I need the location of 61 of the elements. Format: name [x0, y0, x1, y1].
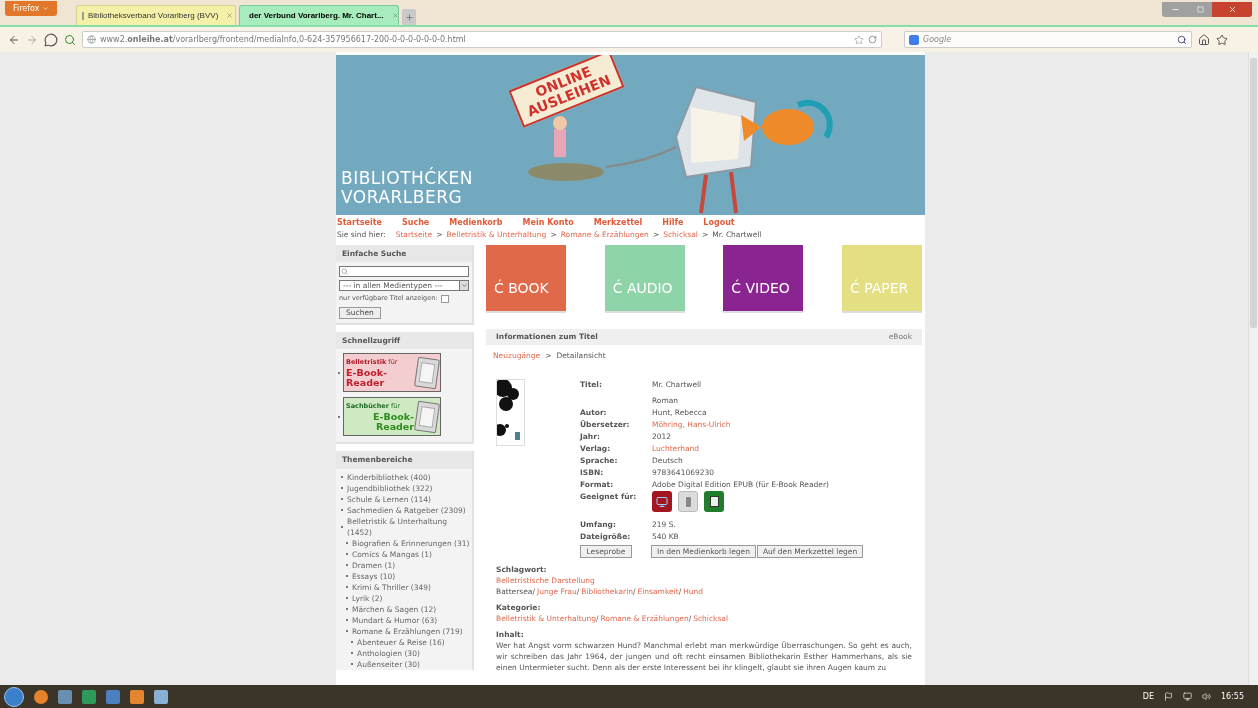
- media-type-tile[interactable]: Ć BOOK: [486, 245, 566, 311]
- addon-search-icon[interactable]: [64, 33, 76, 46]
- site-icon: [87, 35, 96, 44]
- search-input[interactable]: [339, 266, 469, 278]
- browser-tab[interactable]: der Verbund Vorarlberg. Mr. Chart...: [239, 5, 399, 25]
- scrollbar[interactable]: [1248, 52, 1258, 685]
- nav-link[interactable]: Hilfe: [662, 216, 684, 229]
- banner-subtitle: E-Book-Reader: [346, 367, 388, 388]
- flag-icon[interactable]: [1163, 692, 1173, 701]
- library-logo-text: VORARLBERG: [341, 188, 464, 207]
- nav-link[interactable]: Medienkorb: [449, 216, 503, 229]
- language-indicator[interactable]: DE: [1142, 690, 1154, 703]
- network-icon[interactable]: [1182, 692, 1192, 701]
- nav-link[interactable]: Suche: [401, 216, 430, 229]
- home-icon[interactable]: [1198, 33, 1210, 46]
- new-tab-button[interactable]: [402, 9, 416, 25]
- library-logo-text: BIBLIOTHĆKEN: [341, 169, 474, 188]
- close-icon: [1227, 5, 1237, 14]
- search-placeholder: Google: [923, 33, 953, 46]
- back-icon[interactable]: [8, 33, 20, 46]
- media-type-tile[interactable]: Ć VIDEO: [723, 245, 804, 311]
- tab-title: Bibliotheksverband Vorarlberg (BVV): [88, 9, 219, 22]
- maximize-icon: [1196, 6, 1204, 13]
- firefox-menu-button[interactable]: Firefox: [5, 1, 58, 16]
- tab-title: der Verbund Vorarlberg. Mr. Chart...: [249, 9, 384, 22]
- volume-icon[interactable]: [1201, 692, 1211, 701]
- url-text: www2.onleihe.at/vorarlberg/frontend/mediaInfo,0-624-357956617-200-0-0-0-0-0-0-0.html: [100, 33, 467, 46]
- start-button-icon[interactable]: [4, 686, 24, 707]
- book-cover: [496, 379, 525, 446]
- taskbar-app-icon[interactable]: [154, 689, 168, 704]
- nav-link[interactable]: Merkzettel: [593, 216, 643, 229]
- nav-link[interactable]: Startseite: [337, 216, 382, 229]
- available-only-checkbox[interactable]: [441, 295, 450, 304]
- plus-icon: [404, 12, 414, 22]
- search-engine-icon[interactable]: [909, 34, 919, 45]
- search-icon[interactable]: [1177, 34, 1187, 45]
- tab-close-icon[interactable]: [391, 12, 399, 19]
- browser-tab[interactable]: Bibliotheksverband Vorarlberg (BVV): [76, 5, 236, 25]
- bookmarks-icon[interactable]: [1216, 33, 1228, 46]
- tab-close-icon[interactable]: [226, 12, 234, 19]
- reload-icon[interactable]: [868, 35, 877, 44]
- taskbar-app-icon[interactable]: [82, 689, 96, 704]
- ereader-icon: [414, 400, 440, 434]
- nav-link[interactable]: Mein Konto: [522, 216, 574, 229]
- mp3-player-icon: [678, 491, 698, 512]
- ereader-icon: [414, 356, 440, 390]
- taskbar-app-icon[interactable]: [58, 689, 72, 704]
- ereader-icon: [704, 491, 724, 512]
- nav-link[interactable]: Logout: [703, 216, 735, 229]
- taskbar-app-icon[interactable]: [34, 689, 48, 704]
- caret-icon: [42, 5, 50, 12]
- bookmark-star-icon[interactable]: [854, 34, 864, 45]
- dropdown-caret-icon: [460, 282, 468, 290]
- taskbar-app-icon[interactable]: [130, 689, 144, 704]
- speech-bubble-icon[interactable]: [44, 32, 58, 47]
- search-icon: [341, 268, 348, 276]
- taskbar-app-icon[interactable]: [106, 689, 120, 704]
- clock[interactable]: 16:55: [1220, 690, 1244, 703]
- url-field[interactable]: www2.onleihe.at/vorarlberg/frontend/mediaInfo,0-624-357956617-200-0-0-0-0-0-0-0.html: [82, 31, 882, 48]
- search-field[interactable]: Google: [904, 31, 1192, 48]
- banner-subtitle: E-Book-Reader: [372, 411, 414, 432]
